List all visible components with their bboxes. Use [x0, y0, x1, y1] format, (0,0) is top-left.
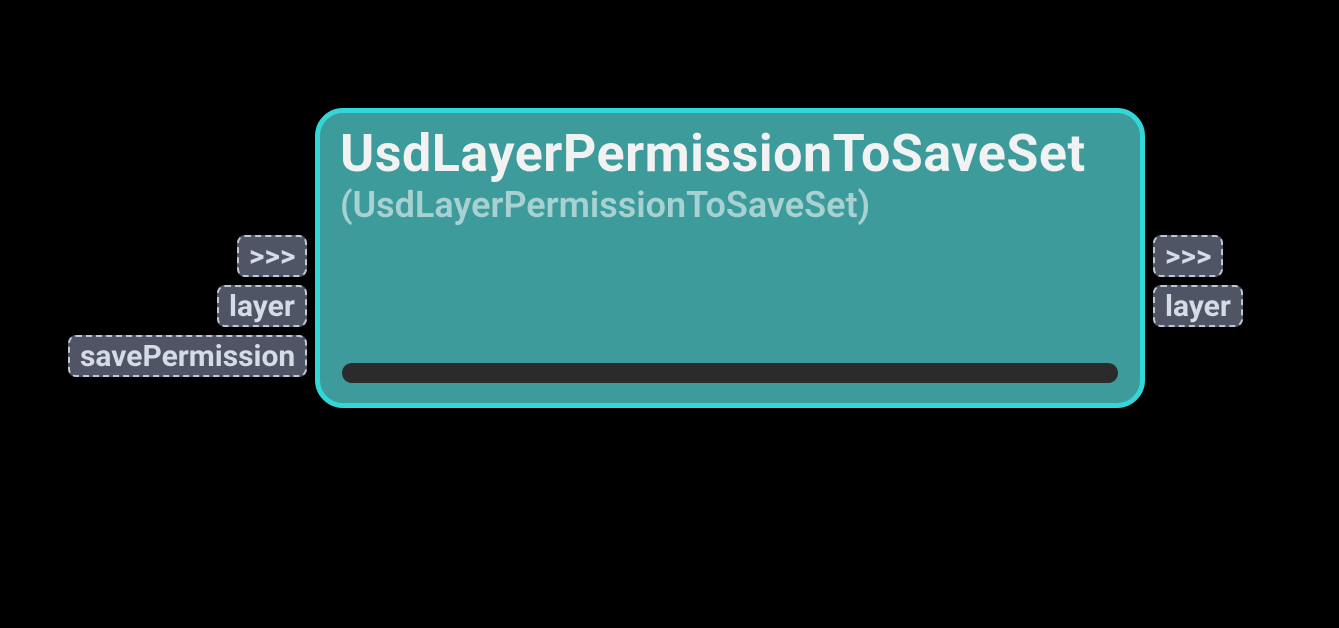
output-port-layer[interactable]: layer [1153, 285, 1243, 327]
port-label: >>> [249, 239, 295, 274]
node-subtitle: (UsdLayerPermissionToSaveSet) [340, 184, 1120, 226]
port-label: layer [1165, 289, 1231, 324]
node-resize-bar[interactable] [342, 363, 1118, 383]
input-port-layer[interactable]: layer [217, 285, 307, 327]
port-label: >>> [1165, 239, 1211, 274]
input-port-exec[interactable]: >>> [237, 235, 307, 277]
node-title: UsdLayerPermissionToSaveSet [340, 127, 1120, 182]
input-port-save-permission[interactable]: savePermission [68, 335, 307, 377]
port-label: layer [229, 289, 295, 324]
output-port-exec[interactable]: >>> [1153, 235, 1223, 277]
node-graph-canvas[interactable]: UsdLayerPermissionToSaveSet (UsdLayerPer… [0, 0, 1339, 628]
port-label: savePermission [80, 339, 295, 374]
node-usd-layer-permission-to-save-set[interactable]: UsdLayerPermissionToSaveSet (UsdLayerPer… [315, 108, 1145, 408]
